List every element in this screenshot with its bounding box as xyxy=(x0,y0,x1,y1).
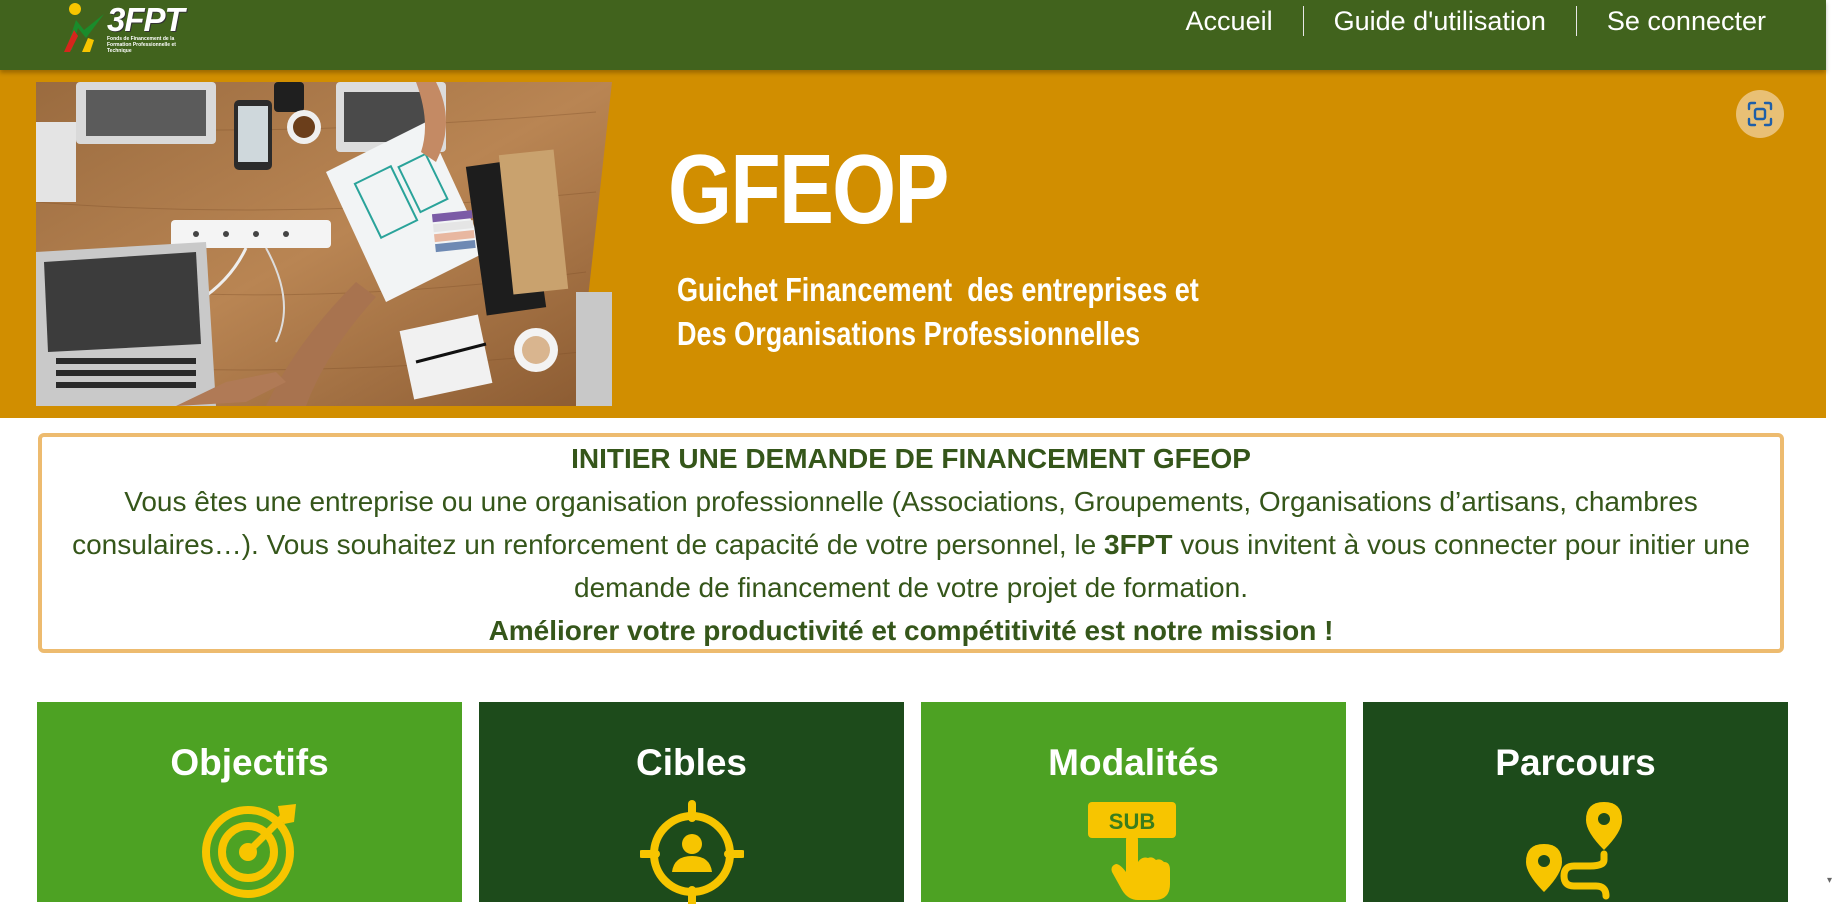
card-title: Cibles xyxy=(635,742,748,783)
banner-title: GFEOP xyxy=(668,134,949,244)
card-title: Objectifs xyxy=(170,742,329,783)
intro-box: INITIER UNE DEMANDE DE FINANCEMENT GFEOP… xyxy=(38,433,1784,653)
banner-subtitle: Guichet Financement des entreprises et D… xyxy=(677,268,1199,356)
person-crosshair-icon xyxy=(639,800,744,904)
hero-banner: GFEOP Guichet Financement des entreprise… xyxy=(0,70,1826,418)
route-pins-icon xyxy=(1525,802,1622,900)
scrollbar[interactable]: ▾ xyxy=(1826,0,1834,892)
card-title: Modalités xyxy=(1048,742,1219,783)
nav-link-se-connecter[interactable]: Se connecter xyxy=(1575,6,1766,36)
intro-brand: 3FPT xyxy=(1104,529,1173,560)
banner-subtitle-line1: Guichet Financement des entreprises et xyxy=(677,271,1199,308)
sub-icon-text: SUB xyxy=(1108,809,1154,834)
logo-tagline: Fonds de Financement de la Formation Pro… xyxy=(107,36,176,54)
main-nav: Accueil Guide d'utilisation Se connecter xyxy=(1156,0,1766,42)
3fpt-logo[interactable]: 3FPT Fonds de Financement de la Formatio… xyxy=(60,0,195,54)
intro-title: INITIER UNE DEMANDE DE FINANCEMENT GFEOP xyxy=(571,443,1251,474)
card-modalites[interactable]: Modalités SUB xyxy=(921,702,1346,902)
banner-photo xyxy=(36,82,612,406)
card-cibles[interactable]: Cibles xyxy=(479,702,904,904)
sub-click-icon: SUB xyxy=(1087,802,1176,900)
scroll-down-arrow-icon[interactable]: ▾ xyxy=(1827,875,1832,886)
logo-figure-icon xyxy=(64,3,104,52)
card-parcours[interactable]: Parcours xyxy=(1363,702,1788,902)
intro-mission: Améliorer votre productivité et compétit… xyxy=(488,615,1334,646)
top-navbar: 3FPT Fonds de Financement de la Formatio… xyxy=(0,0,1826,70)
banner-subtitle-line2: Des Organisations Professionnelles xyxy=(677,315,1141,352)
intro-text: Vous êtes une entreprise ou une organisa… xyxy=(42,480,1780,609)
target-icon xyxy=(201,804,296,898)
screenshot-scan-icon xyxy=(1747,101,1773,127)
nav-link-guide[interactable]: Guide d'utilisation xyxy=(1302,6,1576,36)
card-title: Parcours xyxy=(1495,742,1656,783)
screenshot-scan-button[interactable] xyxy=(1736,90,1784,138)
card-objectifs[interactable]: Objectifs xyxy=(37,702,462,902)
logo-text: 3FPT xyxy=(107,1,185,38)
nav-link-accueil[interactable]: Accueil xyxy=(1156,6,1303,36)
